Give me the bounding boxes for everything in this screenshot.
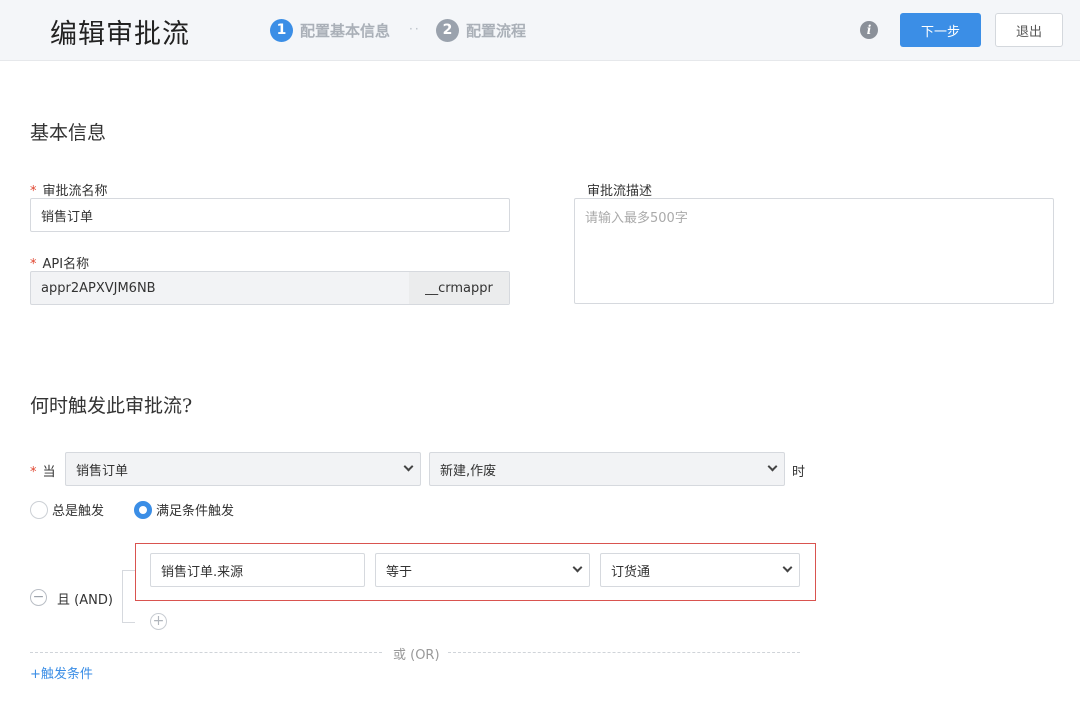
event-select[interactable]: 新建,作废	[429, 452, 785, 486]
radio-label: 总是触发	[52, 504, 105, 519]
operator-value: 等于	[386, 564, 413, 580]
step-flow-config: 2 配置流程	[436, 18, 526, 42]
radio-circle	[30, 500, 48, 519]
or-divider-left	[30, 652, 382, 653]
chevron-down-icon	[403, 461, 414, 472]
top-bar: 编辑审批流 1 配置基本信息 ·· 2 配置流程 i 下一步 退出	[0, 0, 1080, 61]
condition-group-bracket	[122, 570, 135, 623]
radio-label: 满足条件触发	[156, 504, 235, 519]
step-separator: ··	[409, 22, 421, 36]
or-divider-right	[448, 652, 800, 653]
remove-group-icon[interactable]: −	[30, 589, 47, 606]
time-suffix-label: 时	[792, 465, 806, 480]
basic-info-heading: 基本信息	[30, 122, 107, 144]
approval-name-input[interactable]: 销售订单	[30, 198, 510, 232]
step-number: 1	[270, 18, 293, 42]
condition-value-select[interactable]: 订货通	[600, 553, 800, 587]
when-label: * 当	[30, 461, 56, 480]
description-textarea[interactable]: 请输入最多500字	[574, 198, 1054, 304]
radio-circle-selected	[134, 500, 152, 519]
step-label: 配置基本信息	[300, 21, 391, 40]
step-basic-info: 1 配置基本信息	[270, 18, 390, 42]
next-step-button[interactable]: 下一步	[900, 13, 981, 47]
desc-field-label: 审批流描述	[587, 184, 653, 199]
api-name-value: appr2APXVJM6NB	[41, 280, 156, 296]
add-trigger-condition-link[interactable]: +触发条件	[30, 663, 93, 682]
object-select[interactable]: 销售订单	[65, 452, 421, 486]
radio-always-trigger[interactable]: 总是触发	[30, 500, 104, 519]
api-name-input: appr2APXVJM6NB __crmappr	[30, 271, 510, 305]
condition-operator-select[interactable]: 等于	[375, 553, 590, 587]
radio-condition-trigger[interactable]: 满足条件触发	[134, 500, 234, 519]
or-label: 或 (OR)	[393, 648, 440, 663]
object-select-value: 销售订单	[76, 463, 129, 479]
trigger-heading: 何时触发此审批流?	[30, 395, 193, 417]
add-condition-icon[interactable]: +	[150, 613, 167, 630]
condition-value: 订货通	[611, 564, 651, 580]
step-label: 配置流程	[466, 21, 527, 40]
and-label: 且 (AND)	[57, 593, 113, 608]
when-label-text: 当	[42, 465, 56, 480]
page-title: 编辑审批流	[50, 19, 190, 50]
required-mark: *	[30, 184, 37, 199]
api-label-text: API名称	[42, 257, 90, 272]
name-field-label: * 审批流名称	[30, 180, 108, 199]
chevron-down-icon	[782, 562, 793, 573]
name-label-text: 审批流名称	[42, 184, 108, 199]
exit-button[interactable]: 退出	[995, 13, 1063, 47]
required-mark: *	[30, 257, 37, 272]
info-icon[interactable]: i	[860, 21, 878, 39]
api-name-suffix: __crmappr	[409, 272, 509, 304]
condition-field-input[interactable]: 销售订单.来源	[150, 553, 365, 587]
api-field-label: * API名称	[30, 253, 89, 272]
chevron-down-icon	[572, 562, 583, 573]
step-number: 2	[436, 18, 459, 42]
event-select-value: 新建,作废	[440, 463, 497, 479]
required-mark: *	[30, 465, 37, 480]
chevron-down-icon	[767, 461, 778, 472]
